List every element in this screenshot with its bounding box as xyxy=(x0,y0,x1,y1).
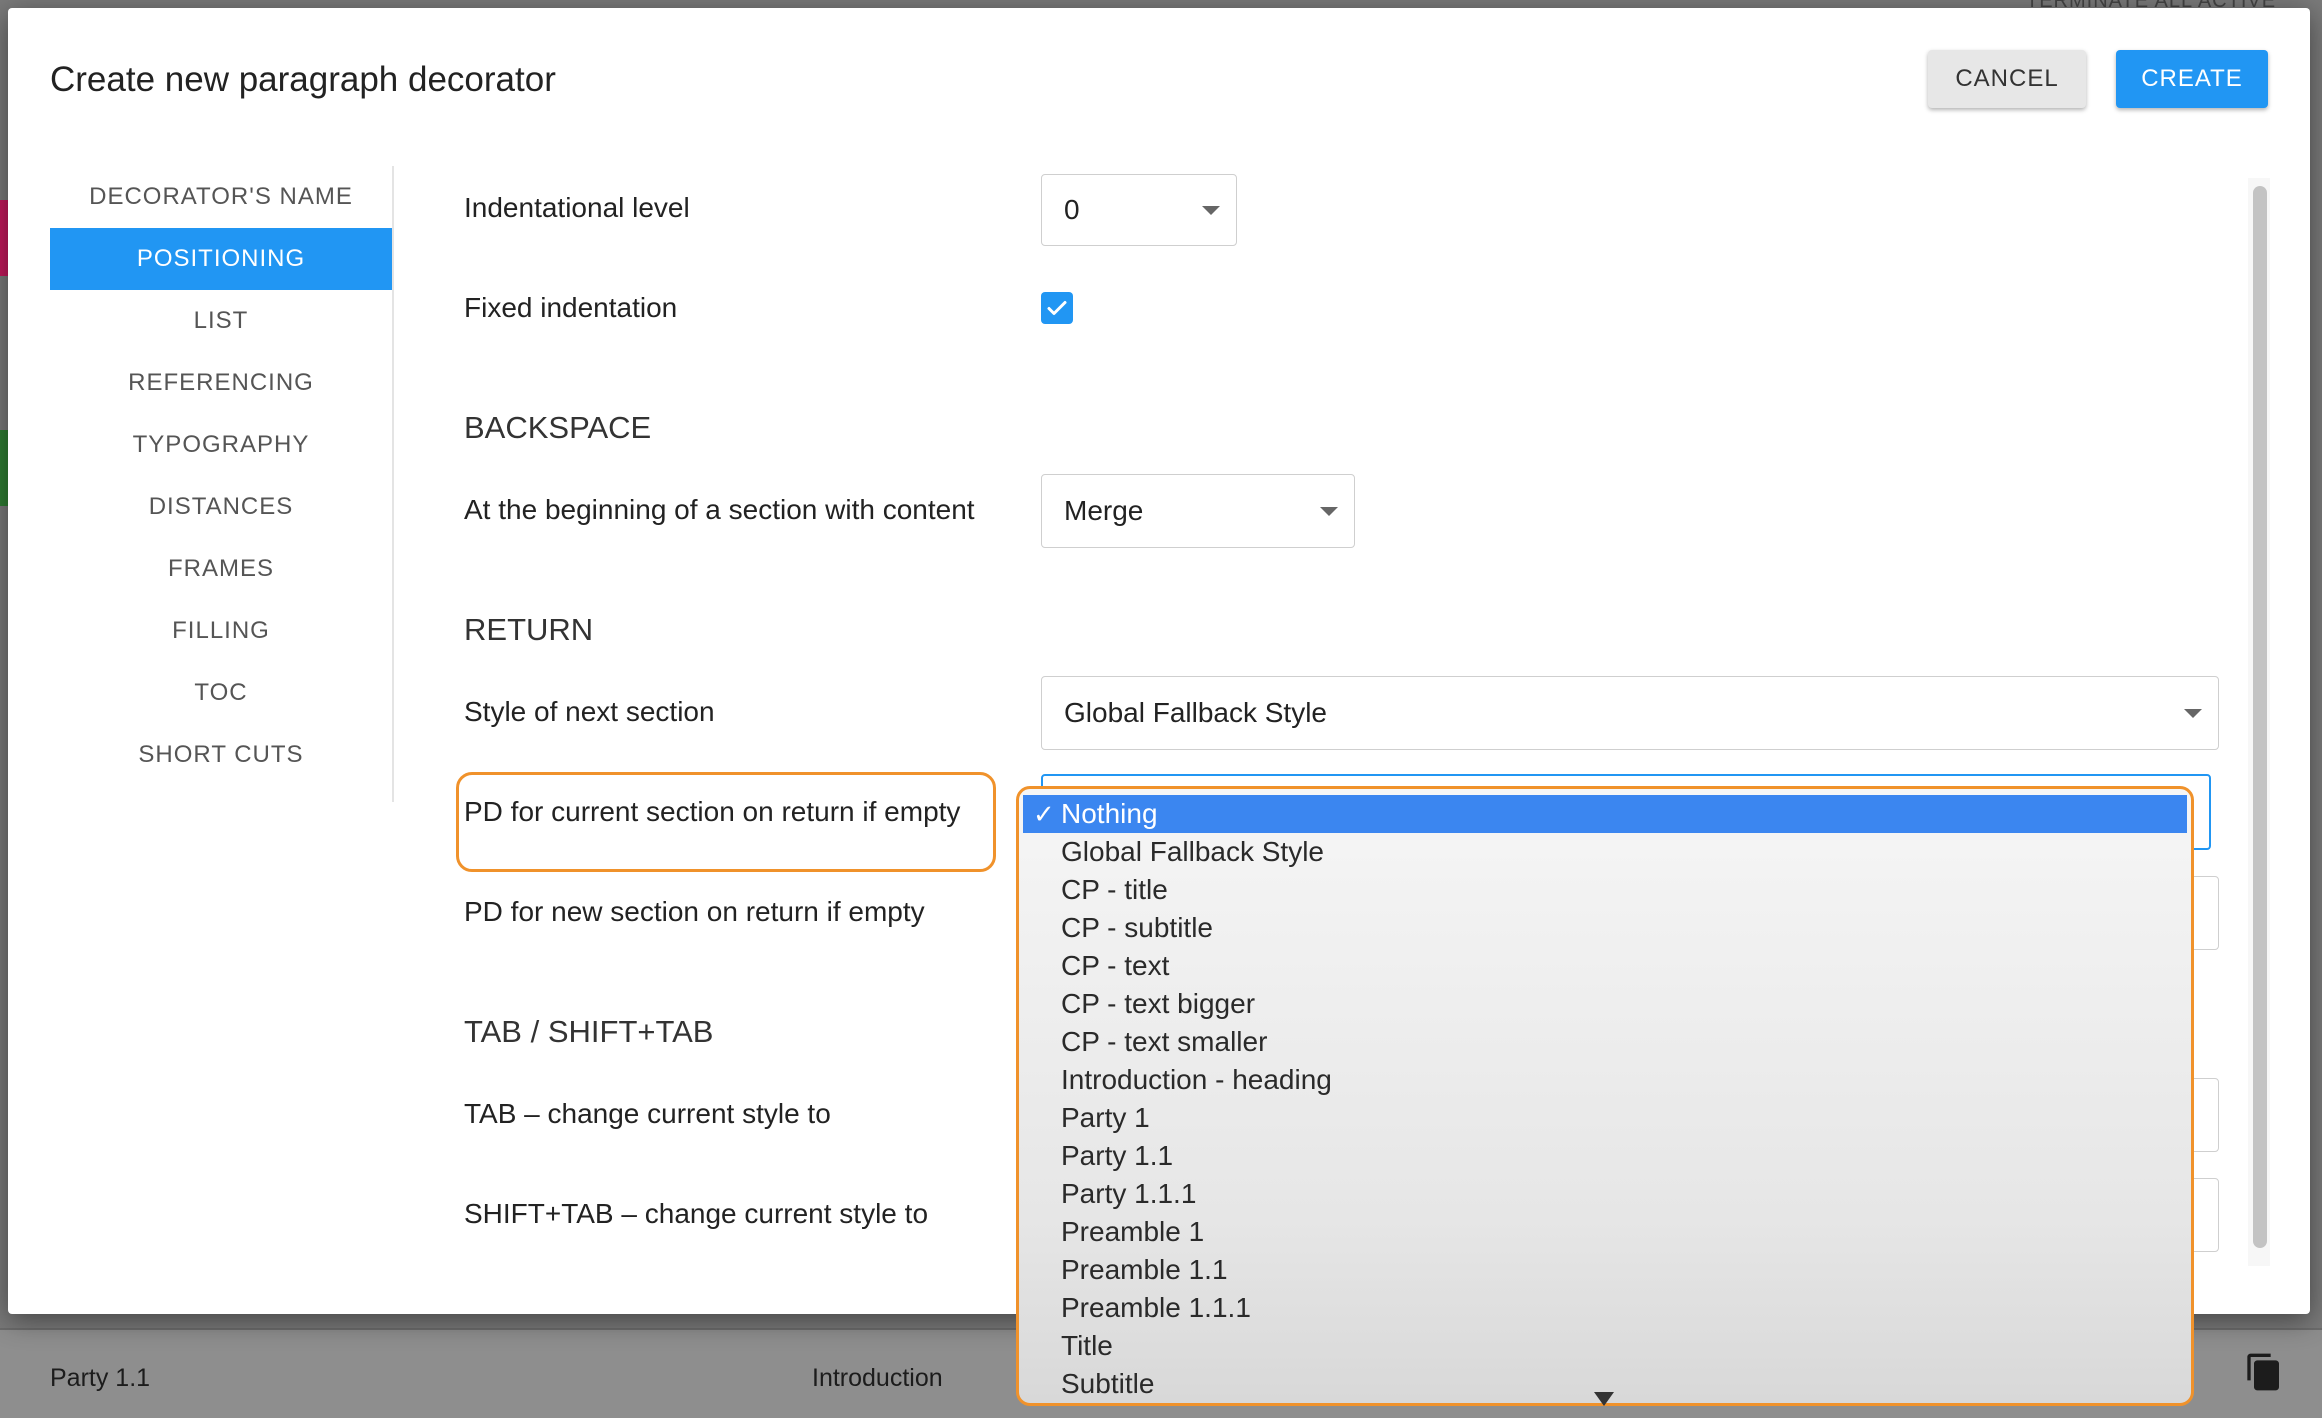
dropdown-option[interactable]: Preamble 1.1 xyxy=(1019,1251,2191,1289)
background-row-label: Party 1.1 xyxy=(50,1364,151,1392)
option-label: Nothing xyxy=(1061,798,1158,829)
sidebar-item-list[interactable]: LIST xyxy=(50,290,392,352)
dropdown-option[interactable]: CP - text xyxy=(1019,947,2191,985)
dropdown-option[interactable]: Party 1 xyxy=(1019,1099,2191,1137)
chevron-down-icon xyxy=(1320,507,1338,516)
dropdown-option[interactable]: CP - title xyxy=(1019,871,2191,909)
copy-icon[interactable] xyxy=(2244,1350,2284,1394)
check-icon: ✓ xyxy=(1033,798,1055,829)
next-style-label: Style of next section xyxy=(464,696,715,727)
dropdown-option[interactable]: Title xyxy=(1019,1327,2191,1365)
next-style-select[interactable]: Global Fallback Style xyxy=(1041,676,2219,750)
dropdown-option[interactable]: Preamble 1.1.1 xyxy=(1019,1289,2191,1327)
sidebar-item-decorators-name[interactable]: DECORATOR'S NAME xyxy=(50,166,392,228)
sidebar-item-positioning[interactable]: POSITIONING xyxy=(50,228,392,290)
sidebar-item-frames[interactable]: FRAMES xyxy=(50,538,392,600)
dropdown-option[interactable]: Global Fallback Style xyxy=(1019,833,2191,871)
background-row-label: Introduction xyxy=(812,1364,943,1392)
new-empty-label: PD for new section on return if empty xyxy=(464,896,925,927)
return-heading: RETURN xyxy=(464,612,594,647)
current-empty-label: PD for current section on return if empt… xyxy=(464,796,961,827)
indentational-level-label: Indentational level xyxy=(464,192,690,223)
chevron-down-icon xyxy=(2184,709,2202,718)
dropdown-option[interactable]: CP - subtitle xyxy=(1019,909,2191,947)
backspace-heading: BACKSPACE xyxy=(464,410,652,445)
accent-chip xyxy=(0,200,8,276)
dropdown-option[interactable]: Party 1.1 xyxy=(1019,1137,2191,1175)
backspace-beginning-select[interactable]: Merge xyxy=(1041,474,1355,548)
indentational-level-select[interactable]: 0 xyxy=(1041,174,1237,246)
scrollbar-thumb[interactable] xyxy=(2253,186,2267,1248)
backspace-beginning-value: Merge xyxy=(1064,495,1144,526)
dropdown-option[interactable]: CP - text smaller xyxy=(1019,1023,2191,1061)
style-dropdown-list[interactable]: ✓ Nothing Global Fallback Style CP - tit… xyxy=(1016,786,2194,1406)
fixed-indentation-label: Fixed indentation xyxy=(464,292,678,323)
dropdown-option[interactable]: Party 1.1.1 xyxy=(1019,1175,2191,1213)
sidebar-item-toc[interactable]: TOC xyxy=(50,662,392,724)
next-style-value: Global Fallback Style xyxy=(1064,697,1328,728)
sidebar-item-filling[interactable]: FILLING xyxy=(50,600,392,662)
tab-heading: TAB / SHIFT+TAB xyxy=(464,1014,714,1049)
settings-sidebar: DECORATOR'S NAME POSITIONING LIST REFERE… xyxy=(50,166,394,802)
dropdown-option[interactable]: Preamble 1 xyxy=(1019,1213,2191,1251)
checkmark-icon xyxy=(1047,301,1067,315)
accent-chip xyxy=(0,430,8,506)
cancel-button[interactable]: CANCEL xyxy=(1928,50,2086,108)
indentational-level-value: 0 xyxy=(1064,194,1080,225)
sidebar-item-typography[interactable]: TYPOGRAPHY xyxy=(50,414,392,476)
dropdown-options: ✓ Nothing Global Fallback Style CP - tit… xyxy=(1019,795,2191,1403)
scroll-down-arrow-icon[interactable] xyxy=(1594,1392,1614,1406)
tab-label: TAB – change current style to xyxy=(464,1098,831,1129)
sidebar-item-distances[interactable]: DISTANCES xyxy=(50,476,392,538)
dropdown-option-selected[interactable]: ✓ Nothing xyxy=(1023,795,2187,833)
dialog-title: Create new paragraph decorator xyxy=(50,60,556,99)
fixed-indentation-checkbox[interactable] xyxy=(1041,292,1073,324)
dropdown-option[interactable]: CP - text bigger xyxy=(1019,985,2191,1023)
dropdown-option[interactable]: Introduction - heading xyxy=(1019,1061,2191,1099)
chevron-down-icon xyxy=(1202,206,1220,215)
create-button[interactable]: CREATE xyxy=(2116,50,2268,108)
backspace-beginning-label: At the beginning of a section with conte… xyxy=(464,494,975,525)
sidebar-item-short-cuts[interactable]: SHORT CUTS xyxy=(50,724,392,786)
sidebar-item-referencing[interactable]: REFERENCING xyxy=(50,352,392,414)
shift-tab-label: SHIFT+TAB – change current style to xyxy=(464,1198,929,1229)
